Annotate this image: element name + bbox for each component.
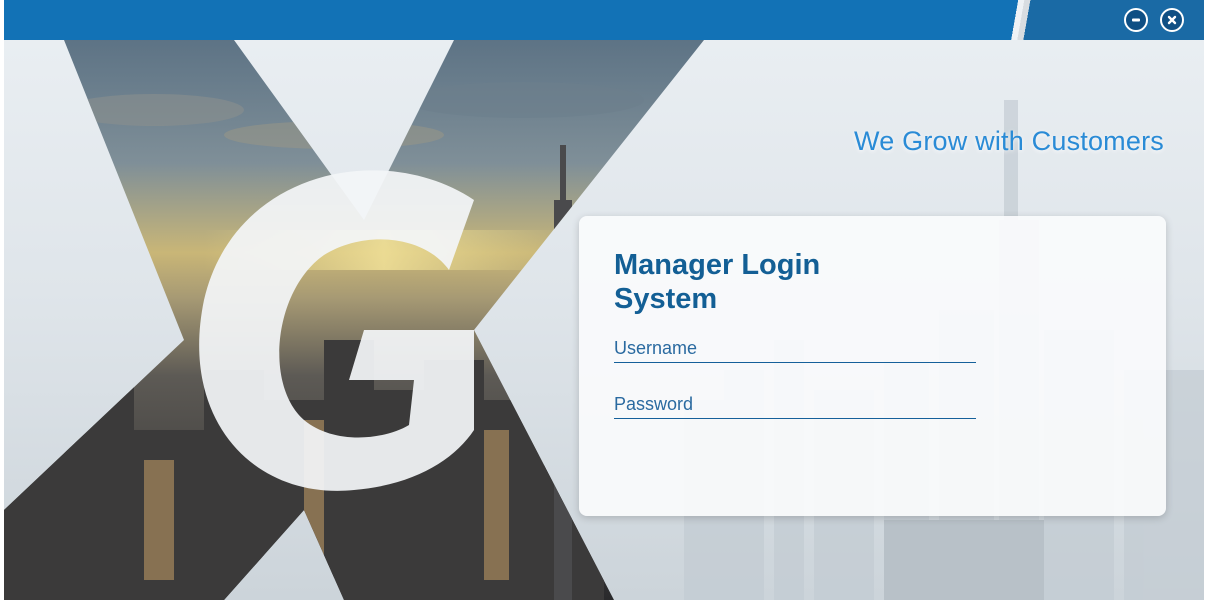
- password-input[interactable]: [614, 390, 976, 419]
- title-bar: [4, 0, 1204, 40]
- x-circle-icon: [1167, 15, 1177, 25]
- login-window: We Grow with Customers Manager Login Sys…: [4, 0, 1204, 600]
- minus-circle-icon: [1131, 15, 1141, 25]
- minimize-button[interactable]: [1124, 8, 1148, 32]
- login-title: Manager Login System: [614, 249, 821, 315]
- username-input[interactable]: [614, 334, 976, 363]
- close-button[interactable]: [1160, 8, 1184, 32]
- login-card: Manager Login System: [579, 216, 1166, 516]
- tagline: We Grow with Customers: [854, 126, 1164, 156]
